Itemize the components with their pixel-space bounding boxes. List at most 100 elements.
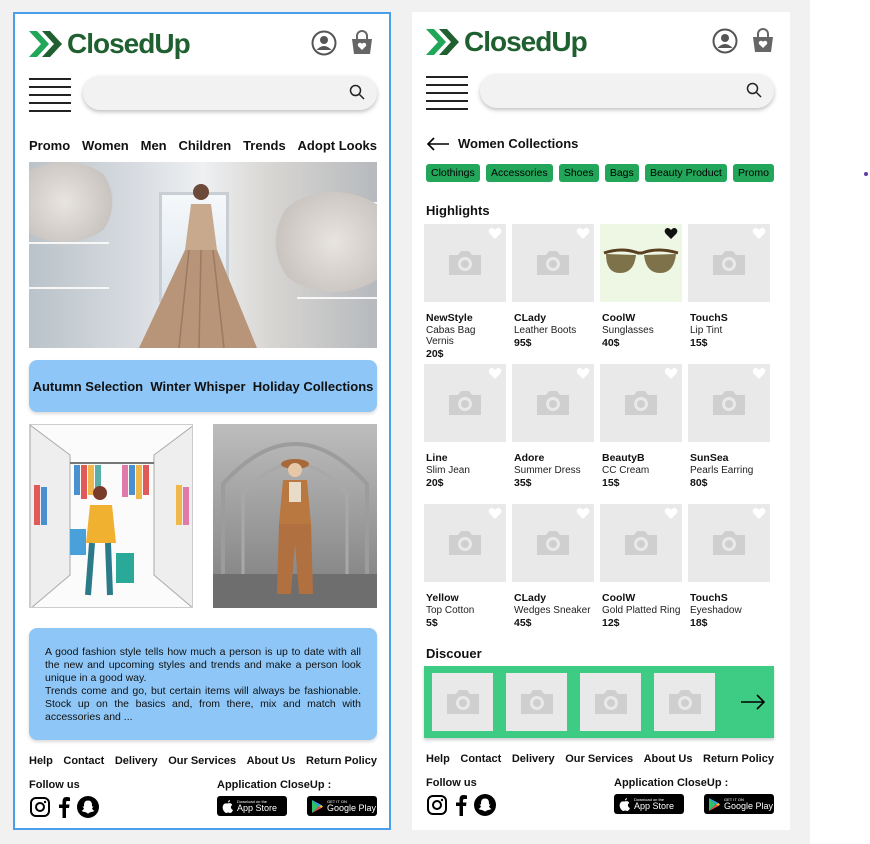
banner-item-autumn[interactable]: Autumn Selection [33, 379, 144, 394]
discover-item[interactable] [654, 673, 715, 731]
camera-placeholder-icon [446, 690, 479, 714]
product-image[interactable] [600, 504, 682, 582]
heart-icon[interactable] [752, 227, 766, 240]
product-price: 20$ [426, 477, 444, 489]
product-image[interactable] [424, 224, 506, 302]
heart-icon[interactable] [664, 507, 678, 520]
menu-icon[interactable] [426, 76, 468, 110]
menu-icon[interactable] [29, 78, 71, 112]
product-name: Eyeshadow [690, 605, 742, 616]
product-card[interactable]: BeautyB CC Cream 15$ [600, 364, 682, 496]
product-card[interactable]: SunSea Pearls Earring 80$ [688, 364, 770, 496]
chip-clothings[interactable]: Clothings [426, 164, 480, 182]
footer-link-delivery[interactable]: Delivery [115, 755, 158, 767]
chip-accessories[interactable]: Accessories [486, 164, 553, 182]
search-icon[interactable] [349, 84, 365, 100]
nav-item-trends[interactable]: Trends [243, 138, 286, 153]
nav-item-promo[interactable]: Promo [29, 138, 70, 153]
model-figure [139, 184, 257, 348]
product-image[interactable] [600, 364, 682, 442]
app-store-badge[interactable]: Download on the App Store [217, 796, 287, 816]
logo[interactable]: ClosedUp [29, 28, 191, 60]
banner-item-holiday[interactable]: Holiday Collections [253, 379, 374, 394]
arrow-left-icon[interactable] [426, 136, 450, 151]
heart-icon[interactable] [576, 367, 590, 380]
facebook-icon[interactable] [454, 794, 468, 816]
product-card[interactable]: Adore Summer Dress 35$ [512, 364, 594, 496]
search-icon[interactable] [746, 82, 762, 98]
nav-item-adopt-looks[interactable]: Adopt Looks [298, 138, 377, 153]
product-image[interactable] [688, 364, 770, 442]
banner-item-winter[interactable]: Winter Whisper [150, 379, 245, 394]
hero-image [29, 162, 377, 348]
product-image[interactable] [424, 364, 506, 442]
google-play-badge[interactable]: GET IT ON Google Play [704, 794, 774, 814]
discover-item[interactable] [432, 673, 493, 731]
footer-link-services[interactable]: Our Services [565, 753, 633, 765]
logo[interactable]: ClosedUp [426, 26, 588, 58]
footer-link-return[interactable]: Return Policy [703, 753, 774, 765]
heart-icon[interactable] [488, 227, 502, 240]
facebook-icon[interactable] [57, 796, 71, 818]
snapchat-icon[interactable] [474, 794, 496, 816]
shopping-bag-icon[interactable] [750, 28, 776, 54]
heart-icon[interactable] [752, 367, 766, 380]
footer-link-contact[interactable]: Contact [460, 753, 501, 765]
product-card[interactable]: TouchS Eyeshadow 18$ [688, 504, 770, 636]
heart-icon[interactable] [664, 227, 678, 240]
product-image[interactable] [512, 224, 594, 302]
nav-item-women[interactable]: Women [82, 138, 129, 153]
footer-link-delivery[interactable]: Delivery [512, 753, 555, 765]
product-card[interactable]: CLady Wedges Sneaker 45$ [512, 504, 594, 636]
footer-link-help[interactable]: Help [29, 755, 53, 767]
discover-item[interactable] [506, 673, 567, 731]
user-icon[interactable] [311, 30, 337, 56]
back-navigation[interactable]: Women Collections [426, 136, 578, 151]
camera-placeholder-icon [713, 251, 745, 275]
product-card[interactable]: Line Slim Jean 20$ [424, 364, 506, 496]
instagram-icon[interactable] [29, 796, 51, 818]
product-card[interactable]: TouchS Lip Tint 15$ [688, 224, 770, 356]
footer-link-services[interactable]: Our Services [168, 755, 236, 767]
product-image[interactable] [688, 504, 770, 582]
search-bar[interactable] [83, 76, 377, 110]
product-image[interactable] [600, 224, 682, 302]
product-image[interactable] [512, 364, 594, 442]
heart-icon[interactable] [576, 507, 590, 520]
search-bar[interactable] [480, 74, 774, 108]
instagram-icon[interactable] [426, 794, 448, 816]
footer-link-about[interactable]: About Us [247, 755, 296, 767]
footer-link-about[interactable]: About Us [644, 753, 693, 765]
product-image[interactable] [688, 224, 770, 302]
product-card[interactable]: CoolW Gold Platted Ring 12$ [600, 504, 682, 636]
arrow-right-icon[interactable] [740, 694, 766, 710]
product-card[interactable]: CLady Leather Boots 95$ [512, 224, 594, 356]
google-play-badge[interactable]: GET IT ON Google Play [307, 796, 377, 816]
footer-link-help[interactable]: Help [426, 753, 450, 765]
app-store-text: App Store [237, 803, 278, 813]
heart-icon[interactable] [488, 367, 502, 380]
discover-item[interactable] [580, 673, 641, 731]
heart-icon[interactable] [488, 507, 502, 520]
chip-promo[interactable]: Promo [733, 164, 774, 182]
snapchat-icon[interactable] [77, 796, 99, 818]
nav-item-children[interactable]: Children [178, 138, 231, 153]
footer-link-return[interactable]: Return Policy [306, 755, 377, 767]
store-badges: Download on the App Store GET IT ON Google… [614, 794, 774, 814]
product-image[interactable] [512, 504, 594, 582]
user-icon[interactable] [712, 28, 738, 54]
shopping-bag-icon[interactable] [349, 30, 375, 56]
chip-beauty-product[interactable]: Beauty Product [644, 164, 727, 182]
product-image[interactable] [424, 504, 506, 582]
footer-link-contact[interactable]: Contact [63, 755, 104, 767]
product-card[interactable]: Yellow Top Cotton 5$ [424, 504, 506, 636]
heart-icon[interactable] [664, 367, 678, 380]
heart-icon[interactable] [576, 227, 590, 240]
chip-shoes[interactable]: Shoes [558, 164, 599, 182]
product-card[interactable]: CoolW Sunglasses 40$ [600, 224, 682, 356]
app-store-badge[interactable]: Download on the App Store [614, 794, 684, 814]
product-card[interactable]: NewStyle Cabas Bag Vernis 20$ [424, 224, 506, 360]
nav-item-men[interactable]: Men [141, 138, 167, 153]
chip-bags[interactable]: Bags [604, 164, 639, 182]
heart-icon[interactable] [752, 507, 766, 520]
